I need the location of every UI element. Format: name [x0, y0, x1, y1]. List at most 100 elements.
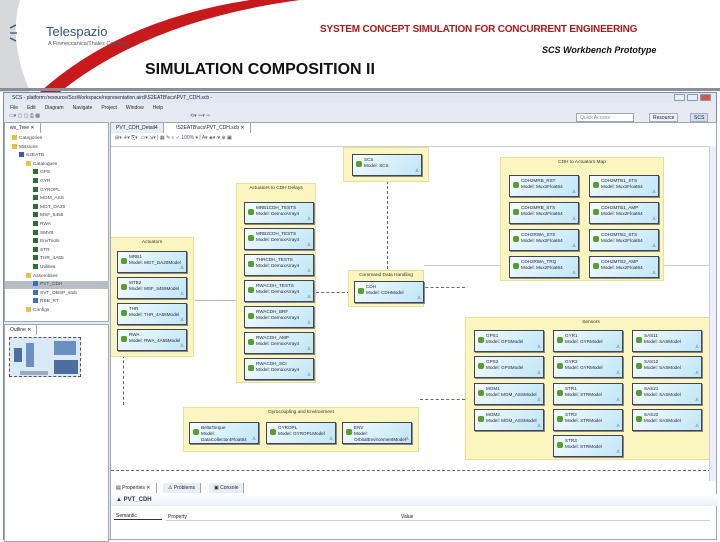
- container-gyro[interactable]: Gyrocoupling and Environment BeltaTorque M…: [183, 407, 419, 452]
- tree-item-label: GPS: [40, 170, 51, 176]
- tree-item[interactable]: Configs: [5, 307, 109, 315]
- tree-item[interactable]: THR_4A55: [5, 255, 109, 263]
- menu-diagram[interactable]: Diagram: [45, 105, 64, 111]
- nav-icons[interactable]: ⟲▾ ⇦▾ ⇨: [190, 113, 210, 119]
- model-card[interactable]: GYR2 Model: GYRModel ♙: [553, 356, 623, 379]
- model-card[interactable]: SCS Model: SCS ♙: [352, 154, 422, 176]
- quick-access-input[interactable]: Quick Access: [576, 113, 634, 122]
- tree-item[interactable]: PVT_CDH: [5, 281, 109, 290]
- model-card[interactable]: STR2 Model: STRModel ♙: [553, 408, 623, 431]
- card-model: Model: STRModel: [565, 391, 602, 397]
- tree-item[interactable]: RBB_RT: [5, 298, 109, 306]
- tree-item[interactable]: SVT_OBSP_stub: [5, 289, 109, 298]
- tree-item[interactable]: GYR: [5, 178, 109, 186]
- model-card[interactable]: MGM1 Model: MGM_ASSModel ♙: [474, 382, 544, 405]
- tree-item[interactable]: STR: [5, 246, 109, 255]
- tab-properties[interactable]: ▤ Properties ✕: [111, 483, 157, 493]
- tree-item[interactable]: MGT_DA20: [5, 203, 109, 212]
- tab-console[interactable]: ▣ Console: [209, 483, 245, 493]
- tree-item-label: Configs: [33, 308, 50, 313]
- component-icon: [557, 415, 563, 422]
- model-card[interactable]: CDH2MRB_STS Model: Mux2Float64 ♙: [509, 202, 579, 224]
- menu-edit[interactable]: Edit: [27, 105, 36, 111]
- model-card[interactable]: SAS21 Model: SASModel ♙: [632, 382, 702, 405]
- model-card[interactable]: CDH2RWA_STS Model: Mux2Float64 ♙: [509, 229, 579, 251]
- model-card[interactable]: CDH Model: CDHModel ♙: [354, 281, 424, 303]
- model-card[interactable]: STR3 Model: STRModel ♙: [553, 435, 623, 458]
- tree-item[interactable]: GPS: [5, 169, 109, 177]
- model-card[interactable]: ENV Model: OrbitalEnvironmentModel ♙: [342, 422, 412, 444]
- model-card[interactable]: RWACDH_BRF Model: DemuxArray4 ♙: [244, 306, 314, 328]
- model-card[interactable]: CDH2MTB2_STS Model: Mux2Float64 ♙: [589, 229, 659, 251]
- model-card[interactable]: CDH2MTB1_STS Model: Mux2Float64 ♙: [589, 175, 659, 197]
- diagram-toolbar[interactable]: ⊞▾ ⁜▾ ⎘▾ ▭▾ ⇲▾ | ▦ ✎ ⌕ ✓ 100% ▾ | A▾ ◈▾ …: [115, 135, 232, 141]
- model-card[interactable]: CDH2MTB1_AMP Model: Mux2Float64 ♙: [589, 202, 659, 224]
- model-card[interactable]: MRB2CDH_TESTS Model: DemuxArray4 ♙: [244, 228, 314, 250]
- model-card[interactable]: GPS2 Model: GPSModel ♙: [474, 356, 544, 379]
- model-card[interactable]: MRB1CDH_TESTS Model: DemuxArray4 ♙: [244, 202, 314, 224]
- perspective-scs[interactable]: SCS: [690, 113, 709, 122]
- model-card[interactable]: GPS1 Model: GPSModel ♙: [474, 330, 544, 352]
- tree-item[interactable]: GYROPL: [5, 186, 109, 195]
- model-card[interactable]: STR1 Model: STRModel ♙: [553, 382, 623, 405]
- tree-item-label: STR: [40, 247, 50, 253]
- model-card[interactable]: GYR1 Model: GYRModel ♙: [553, 330, 623, 352]
- tree-item[interactable]: MSF_5455: [5, 212, 109, 220]
- tree-item[interactable]: Utilities: [5, 264, 109, 272]
- container-scs[interactable]: SCS Model: SCS ♙: [343, 147, 429, 182]
- tree-item[interactable]: Missions: [5, 143, 109, 152]
- model-card[interactable]: RWACDH_SCI Model: DemuxArray4 ♙: [244, 358, 314, 380]
- model-card[interactable]: CDH2RWA_TRQ Model: Mux2Float64 ♙: [509, 256, 579, 278]
- model-card[interactable]: CDH2MTB2_AMP Model: Mux2Float64 ♙: [589, 256, 659, 278]
- tab-editor-main[interactable]: \S2EATB\scs\PVT_CDH.scb ✕: [171, 123, 251, 133]
- tab-problems[interactable]: ⚠ Problems: [163, 483, 201, 493]
- model-card[interactable]: THRCDH_TESTS Model: DemuxArray4 ♙: [244, 254, 314, 276]
- tree-item[interactable]: S2EATB: [5, 152, 109, 160]
- close-button[interactable]: [700, 94, 711, 101]
- container-cdh[interactable]: Command Data Handling CDH Model: CDHModel ♙: [348, 270, 424, 307]
- model-card[interactable]: SAS12 Model: SASModel ♙: [632, 356, 702, 379]
- tree-item[interactable]: Catalogues: [5, 160, 109, 169]
- model-card[interactable]: CDH2MRB_RST Model: Mux2Float64 ♙: [509, 175, 579, 197]
- tree-item[interactable]: EnvTools: [5, 238, 109, 246]
- vertical-scrollbar[interactable]: [709, 146, 716, 481]
- menu-file[interactable]: File: [10, 105, 18, 111]
- model-card[interactable]: GYROPL Model: GYROPLModel ♙: [266, 422, 336, 444]
- cat-icon: [33, 238, 38, 244]
- tree-item[interactable]: SMVB: [5, 229, 109, 238]
- model-card[interactable]: SAS22 Model: SASModel ♙: [632, 408, 702, 431]
- model-card[interactable]: RWACDH_AMP Model: DemuxArray4 ♙: [244, 332, 314, 354]
- container-map[interactable]: CDH to Actuators Map CDH2MRB_RST Model: Mu…: [500, 157, 664, 281]
- user-icon: ♙: [536, 396, 541, 402]
- menu-window[interactable]: Window: [126, 105, 144, 111]
- model-card[interactable]: RWACDH_TESTS Model: DemuxArray4 ♙: [244, 280, 314, 302]
- model-card[interactable]: SAS11 Model: SASModel ♙: [632, 330, 702, 352]
- tab-ws-tree[interactable]: ws_Tree ✕: [5, 123, 41, 133]
- menu-navigate[interactable]: Navigate: [73, 105, 93, 111]
- tree-item[interactable]: Categories: [5, 135, 109, 143]
- model-card[interactable]: RWA Model: RWA_4A55Model ♙: [117, 329, 187, 351]
- new-icon[interactable]: ▭▾ ▢ ▢ ⎙ ▦: [9, 113, 40, 119]
- tree-item[interactable]: RWA: [5, 221, 109, 229]
- model-card[interactable]: BeltaTorque Model: DataCollector4Float64 ♙: [189, 422, 259, 444]
- model-card[interactable]: MGM2 Model: MGM_ASSModel ♙: [474, 408, 544, 431]
- container-actuators[interactable]: Actuators MRB1 Model: MGT_DA20Model ♙ MTB2 Mo…: [111, 237, 194, 357]
- zoom-level[interactable]: 100%: [181, 135, 194, 141]
- outline-thumbnail[interactable]: [9, 337, 81, 377]
- tree-item[interactable]: MGM_ASS: [5, 195, 109, 203]
- container-sensors[interactable]: Sensors GPS1 Model: GPSModel ♙ GYR1 Model: GY…: [465, 317, 711, 460]
- model-card[interactable]: THR Model: THR_4A55Model ♙: [117, 303, 187, 325]
- maximize-button[interactable]: [687, 94, 698, 101]
- tab-outline[interactable]: Outline ✕: [5, 325, 38, 335]
- menu-help[interactable]: Help: [153, 105, 163, 111]
- tree-item[interactable]: Assemblies: [5, 272, 109, 281]
- minimize-button[interactable]: [674, 94, 685, 101]
- model-card[interactable]: MRB1 Model: MGT_DA20Model ♙: [117, 251, 187, 273]
- model-card[interactable]: MTB2 Model: MSF_5455Model ♙: [117, 277, 187, 299]
- perspective-resource[interactable]: Resource: [649, 113, 679, 122]
- tab-semantic[interactable]: Semantic: [114, 511, 162, 520]
- diagram-canvas[interactable]: SCS Model: SCS ♙ CDH to Actuators Map CDH2MR…: [111, 146, 711, 481]
- menu-project[interactable]: Project: [101, 105, 117, 111]
- container-delays[interactable]: Actuators to CDH Delays MRB1CDH_TESTS Mode…: [236, 183, 316, 383]
- tab-editor-detail[interactable]: PVT_CDH_Detail4: [111, 123, 164, 133]
